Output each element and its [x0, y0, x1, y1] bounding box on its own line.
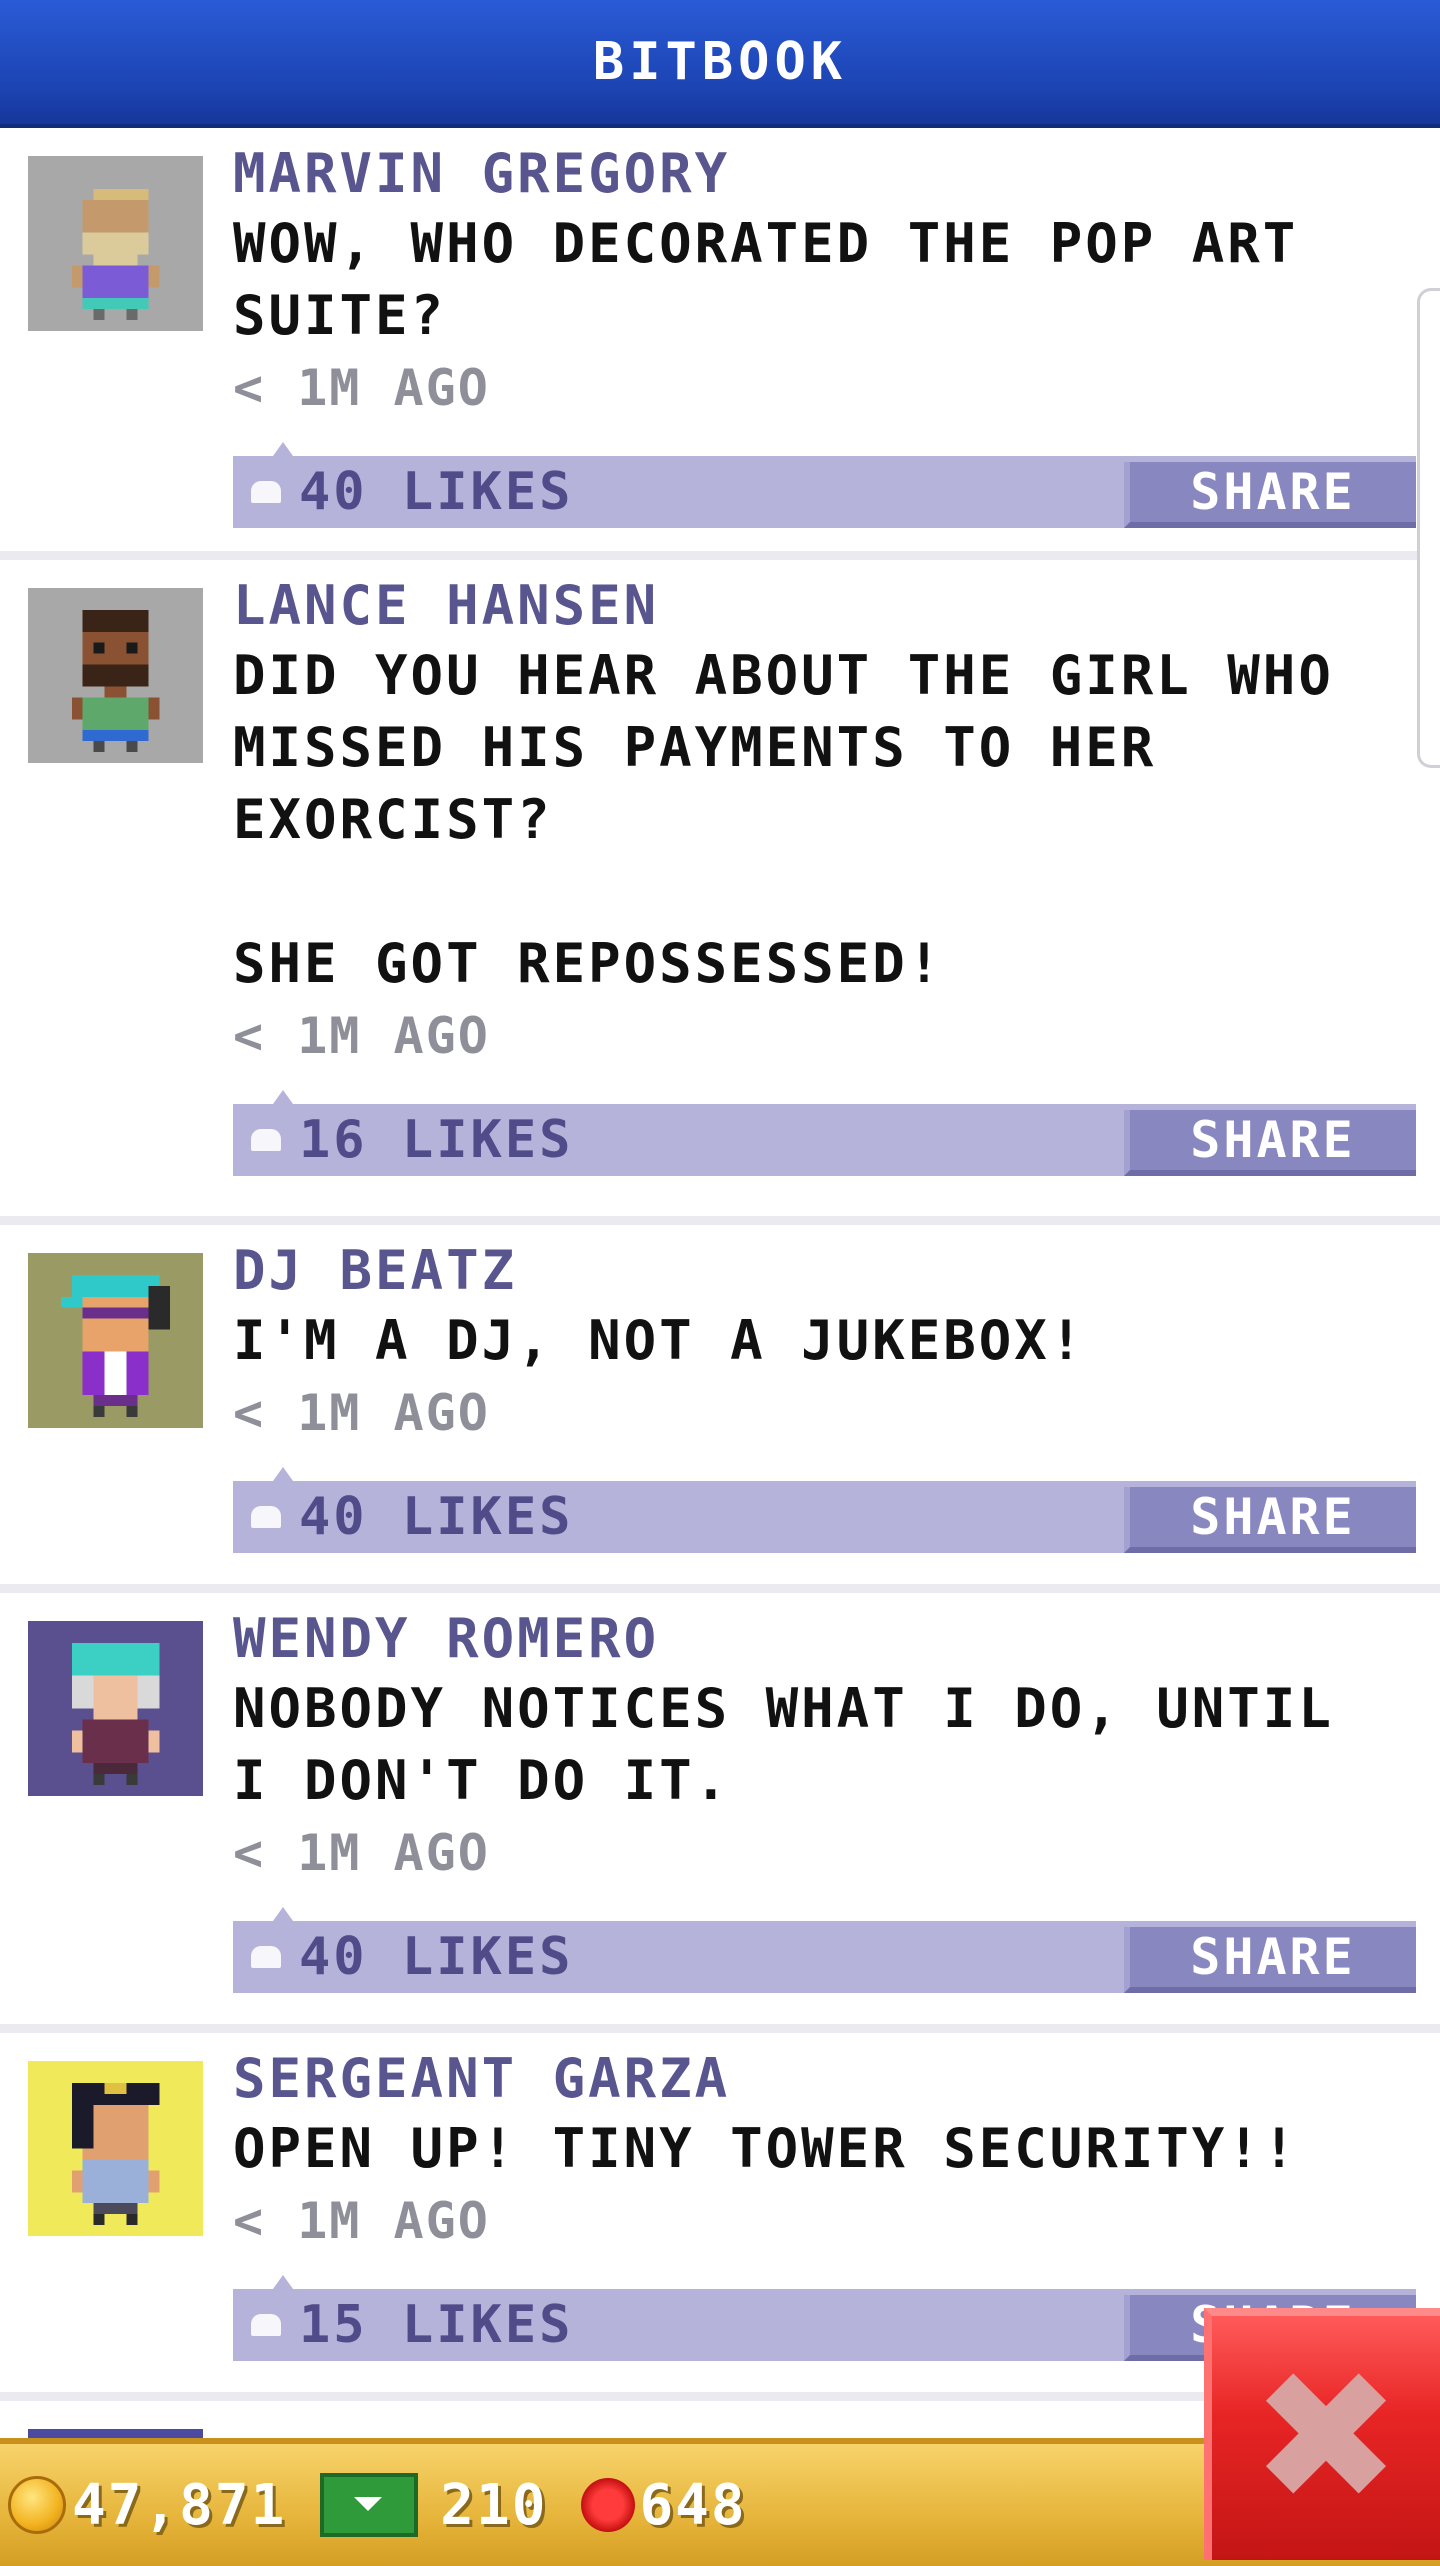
avatar: [28, 156, 203, 331]
app-title: BITBOOK: [592, 32, 848, 92]
bar-tip: [273, 1090, 293, 1104]
post-item: DJ BEATZ I'M A DJ, NOT A JUKEBOX! < 1M A…: [0, 1225, 1440, 1593]
scrollbar[interactable]: [1417, 288, 1440, 768]
bar-tip: [273, 442, 293, 456]
post-author: MARVIN GREGORY: [233, 142, 731, 205]
share-button[interactable]: SHARE: [1124, 1927, 1416, 1993]
like-button[interactable]: 15 LIKES: [233, 2289, 573, 2361]
like-count: 40 LIKES: [299, 1927, 574, 1987]
likes-bar: 40 LIKES SHARE: [233, 1467, 1416, 1553]
coins-value: 47,871: [72, 2472, 287, 2538]
share-button[interactable]: SHARE: [1124, 462, 1416, 528]
share-button[interactable]: SHARE: [1124, 1110, 1416, 1176]
post-time: < 1M AGO: [233, 2192, 490, 2250]
like-count: 15 LIKES: [299, 2295, 574, 2355]
bux-value: 210: [440, 2472, 548, 2538]
post-item: LANCE HANSEN DID YOU HEAR ABOUT THE GIRL…: [0, 560, 1440, 1225]
likes-bar: 16 LIKES SHARE: [233, 1090, 1416, 1176]
like-button[interactable]: 40 LIKES: [233, 1921, 573, 1993]
post-message: WOW, WHO DECORATED THE POP ART SUITE?: [233, 212, 1334, 347]
gem-icon: [581, 2478, 636, 2532]
likes-bar: 40 LIKES SHARE: [233, 1907, 1416, 1993]
thumbs-up-icon: [251, 481, 281, 503]
post-message: I'M A DJ, NOT A JUKEBOX!: [233, 1309, 1086, 1372]
like-count: 40 LIKES: [299, 1487, 574, 1547]
thumbs-up-icon: [251, 1946, 281, 1968]
avatar: [28, 1253, 203, 1428]
post-item: MARVIN GREGORY WOW, WHO DECORATED THE PO…: [0, 128, 1440, 560]
post-time: < 1M AGO: [233, 359, 490, 417]
avatar: [28, 588, 203, 763]
close-button[interactable]: ✖: [1204, 2308, 1440, 2560]
avatar: [28, 2061, 203, 2236]
post-author: SERGEANT GARZA: [233, 2047, 731, 2110]
post-author: WENDY ROMERO: [233, 1607, 660, 1670]
bar-tip: [273, 1467, 293, 1481]
post-time: < 1M AGO: [233, 1384, 490, 1442]
coin-icon: [8, 2476, 66, 2534]
post-author: LANCE HANSEN: [233, 574, 660, 637]
coins-stat: 47,871: [8, 2473, 286, 2538]
like-button[interactable]: 40 LIKES: [233, 456, 573, 528]
bux-stat: 210: [294, 2473, 547, 2538]
app-header: BITBOOK: [0, 0, 1440, 128]
post-author: DJ BEATZ: [233, 1239, 518, 1302]
avatar: [28, 1621, 203, 1796]
thumbs-up-icon: [251, 1129, 281, 1151]
bar-tip: [273, 2275, 293, 2289]
post-message: NOBODY NOTICES WHAT I DO, UNTIL I DON'T …: [233, 1677, 1370, 1812]
gems-stat: 648: [555, 2473, 746, 2538]
like-button[interactable]: 16 LIKES: [233, 1104, 573, 1176]
avatar: [28, 2429, 203, 2438]
post-item: WENDY ROMERO NOBODY NOTICES WHAT I DO, U…: [0, 1593, 1440, 2033]
bux-icon: [320, 2473, 419, 2537]
thumbs-up-icon: [251, 2314, 281, 2336]
likes-bar: 40 LIKES SHARE: [233, 442, 1416, 528]
share-button[interactable]: SHARE: [1124, 1487, 1416, 1553]
close-icon: ✖: [1250, 2333, 1402, 2542]
like-button[interactable]: 40 LIKES: [233, 1481, 573, 1553]
bar-tip: [273, 1907, 293, 1921]
post-message: DID YOU HEAR ABOUT THE GIRL WHO MISSED H…: [233, 644, 1334, 995]
post-time: < 1M AGO: [233, 1824, 490, 1882]
thumbs-up-icon: [251, 1506, 281, 1528]
like-count: 16 LIKES: [299, 1110, 574, 1170]
gems-value: 648: [639, 2472, 747, 2538]
post-message: OPEN UP! TINY TOWER SECURITY!!: [233, 2117, 1299, 2180]
feed[interactable]: MARVIN GREGORY WOW, WHO DECORATED THE PO…: [0, 128, 1440, 2438]
like-count: 40 LIKES: [299, 462, 574, 522]
post-time: < 1M AGO: [233, 1007, 490, 1065]
